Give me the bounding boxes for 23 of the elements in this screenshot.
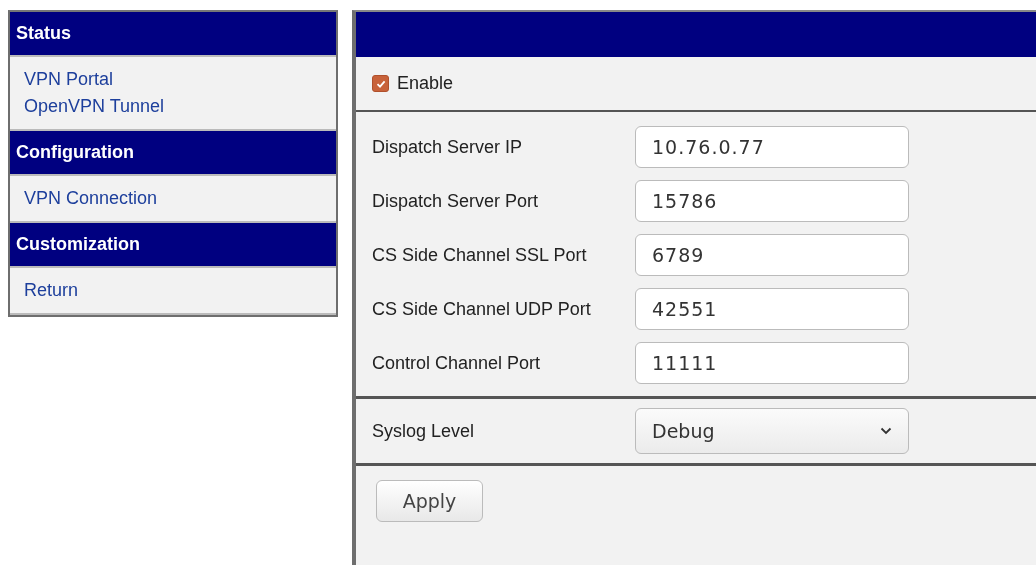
nav-link[interactable]: VPN Portal bbox=[24, 69, 322, 90]
field-label: Dispatch Server IP bbox=[372, 136, 524, 158]
field-label: Dispatch Server Port bbox=[372, 190, 540, 212]
input-field[interactable]: 42551 bbox=[635, 288, 909, 330]
field-label: Control Channel Port bbox=[372, 352, 542, 374]
nav-link[interactable]: Return bbox=[24, 280, 322, 301]
field-label: CS Side Channel SSL Port bbox=[372, 244, 588, 266]
input-field[interactable]: 15786 bbox=[635, 180, 909, 222]
enable-checkbox[interactable] bbox=[372, 75, 389, 92]
section-header: Status bbox=[10, 12, 336, 57]
chevron-down-icon bbox=[880, 427, 892, 435]
apply-button[interactable]: Apply bbox=[376, 480, 483, 522]
input-field[interactable]: 11111 bbox=[635, 342, 909, 384]
input-field[interactable]: 10.76.0.77 bbox=[635, 126, 909, 168]
syslog-dropdown[interactable]: Debug bbox=[635, 408, 909, 454]
section-header: Customization bbox=[10, 223, 336, 268]
section-header: Configuration bbox=[10, 131, 336, 176]
nav-link[interactable]: OpenVPN Tunnel bbox=[24, 96, 322, 117]
field-label: CS Side Channel UDP Port bbox=[372, 298, 592, 320]
field-label: Syslog Level bbox=[372, 420, 476, 442]
nav-link[interactable]: VPN Connection bbox=[24, 188, 322, 209]
input-field[interactable]: 6789 bbox=[635, 234, 909, 276]
enable-label: Enable bbox=[397, 73, 454, 94]
